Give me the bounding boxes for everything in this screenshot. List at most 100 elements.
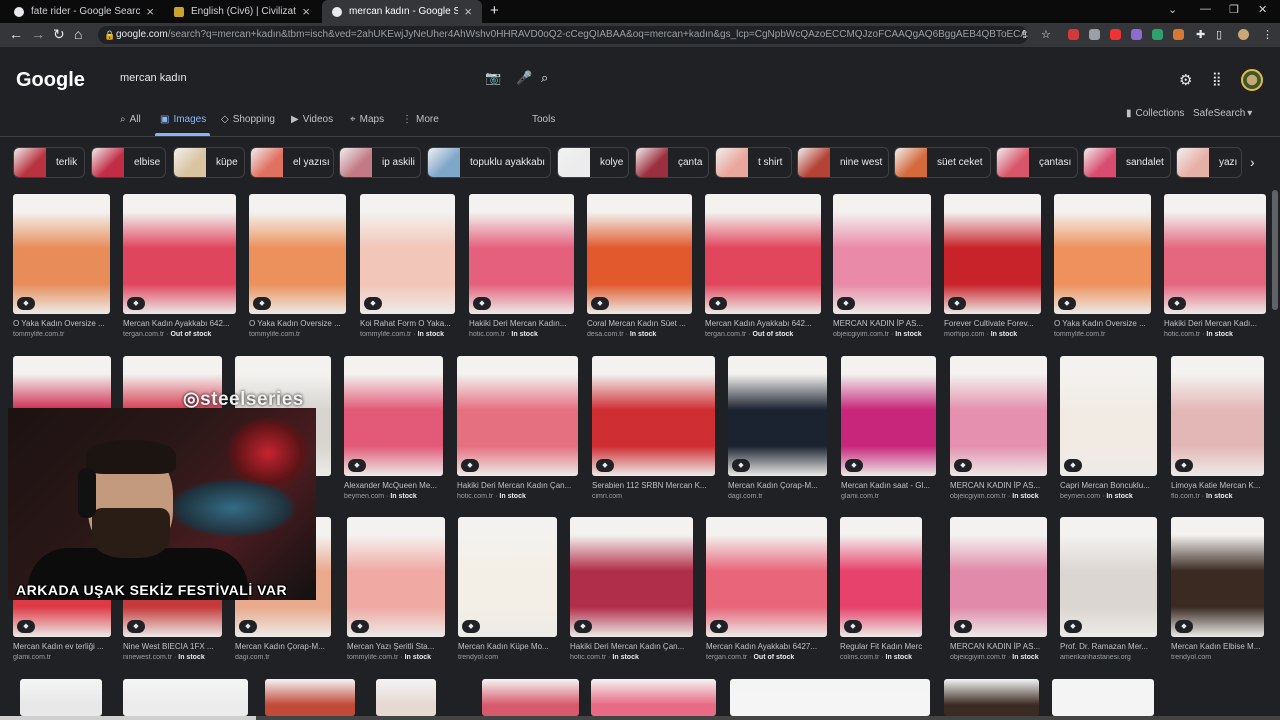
- image-result-card[interactable]: ◆ MERCAN KADIN İP AS... objeicgiyim.com.tr…: [950, 517, 1047, 661]
- result-thumbnail[interactable]: ◆: [123, 194, 236, 314]
- result-thumbnail[interactable]: ◆: [1054, 194, 1151, 314]
- result-thumbnail[interactable]: [730, 679, 930, 716]
- result-thumbnail[interactable]: ◆: [592, 356, 715, 476]
- image-result-card[interactable]: [265, 679, 355, 716]
- result-title[interactable]: Prof. Dr. Ramazan Mer...: [1060, 642, 1157, 651]
- tab-maps[interactable]: ⌖ Maps: [350, 114, 384, 125]
- result-thumbnail[interactable]: ◆: [570, 517, 693, 637]
- result-title[interactable]: Mercan Kadın Ayakkabı 642...: [705, 319, 821, 328]
- image-result-card[interactable]: ◆ Limoya Katie Mercan K... flo.com.tr · In…: [1171, 356, 1264, 500]
- tab-videos[interactable]: ▶ Videos: [291, 114, 333, 125]
- result-thumbnail[interactable]: ◆: [347, 517, 445, 637]
- result-thumbnail[interactable]: ◆: [706, 517, 827, 637]
- image-result-card[interactable]: ◆ Hakiki Deri Mercan Kadı... hotic.com.tr …: [1164, 194, 1266, 338]
- result-thumbnail[interactable]: [123, 679, 248, 716]
- chip[interactable]: t shirt: [715, 147, 792, 178]
- result-title[interactable]: O Yaka Kadın Oversize ...: [13, 319, 110, 328]
- result-title[interactable]: Nine West BIECIA 1FX ...: [123, 642, 222, 651]
- result-thumbnail[interactable]: ◆: [1171, 356, 1264, 476]
- image-result-card[interactable]: [376, 679, 436, 716]
- result-title[interactable]: Mercan Yazı Şeritli Sta...: [347, 642, 445, 651]
- image-result-card[interactable]: ◆ Forever Cultivate Forev... morhipo.com ·…: [944, 194, 1041, 338]
- browser-tab-1[interactable]: fate rider - Google Search ×: [4, 0, 164, 23]
- tools-button[interactable]: Tools: [532, 114, 555, 125]
- image-result-card[interactable]: ◆ Hakiki Deri Mercan Kadın Çan... hotic.co…: [457, 356, 578, 500]
- result-title[interactable]: Alexander McQueen Me...: [344, 481, 443, 490]
- profile-icon[interactable]: [1238, 29, 1249, 40]
- result-thumbnail[interactable]: [591, 679, 716, 716]
- url-field[interactable]: 🔒 google.com/search?q=mercan+kadın&tbm=is…: [98, 26, 1028, 44]
- share-icon[interactable]: ⇪: [1020, 28, 1029, 41]
- result-thumbnail[interactable]: [1052, 679, 1154, 716]
- tab-more[interactable]: ⋮ More: [402, 114, 439, 125]
- result-title[interactable]: Capri Mercan Boncuklu...: [1060, 481, 1157, 490]
- result-title[interactable]: MERCAN KADIN İP AS...: [950, 642, 1047, 651]
- image-result-card[interactable]: ◆ Prof. Dr. Ramazan Mer... amerikanhastane…: [1060, 517, 1157, 661]
- close-tab-icon[interactable]: ×: [464, 4, 472, 19]
- extension-icon[interactable]: [1173, 29, 1184, 40]
- result-title[interactable]: Hakiki Deri Mercan Kadı...: [1164, 319, 1266, 328]
- mic-icon[interactable]: 🎤: [516, 70, 532, 86]
- result-title[interactable]: Forever Cultivate Forev...: [944, 319, 1041, 328]
- result-title[interactable]: Mercan Kadın Ayakkabı 6427...: [706, 642, 827, 651]
- image-result-card[interactable]: ◆ Mercan Kadın saat - Gl... glami.com.tr: [841, 356, 936, 500]
- back-icon[interactable]: ←: [9, 26, 23, 42]
- browser-tab-3[interactable]: mercan kadın - Google Search ×: [322, 0, 482, 23]
- image-result-card[interactable]: ◆ Coral Mercan Kadın Süet ... desa.com.tr …: [587, 194, 692, 338]
- extension-icon[interactable]: [1068, 29, 1079, 40]
- result-title[interactable]: Mercan Kadın saat - Gl...: [841, 481, 936, 490]
- result-thumbnail[interactable]: ◆: [587, 194, 692, 314]
- result-title[interactable]: MERCAN KADIN İP AS...: [833, 319, 931, 328]
- extension-icon[interactable]: [1131, 29, 1142, 40]
- result-title[interactable]: Regular Fit Kadın Merc...: [840, 642, 922, 651]
- image-result-card[interactable]: ◆ Mercan Kadın Ayakkabı 6427... tergan.com…: [706, 517, 827, 661]
- result-thumbnail[interactable]: ◆: [950, 356, 1047, 476]
- collections-button[interactable]: ▮ Collections: [1126, 108, 1184, 119]
- image-result-card[interactable]: ◆ Mercan Yazı Şeritli Sta... tommylife.com…: [347, 517, 445, 661]
- result-title[interactable]: Mercan Kadın Elbise M...: [1171, 642, 1264, 651]
- image-result-card[interactable]: [20, 679, 102, 716]
- result-title[interactable]: Serabien 112 SRBN Mercan K...: [592, 481, 715, 490]
- result-title[interactable]: Hakiki Deri Mercan Kadın...: [469, 319, 574, 328]
- result-thumbnail[interactable]: ◆: [950, 517, 1047, 637]
- result-thumbnail[interactable]: ◆: [1171, 517, 1264, 637]
- chip[interactable]: yazı: [1176, 147, 1242, 178]
- result-title[interactable]: Hakiki Deri Mercan Kadın Çan...: [570, 642, 693, 651]
- settings-gear-icon[interactable]: ⚙: [1179, 71, 1192, 89]
- tab-shopping[interactable]: ◇ Shopping: [221, 114, 275, 125]
- image-result-card[interactable]: ◆ Mercan Kadın Küpe Mo... trendyol.com: [458, 517, 557, 661]
- image-result-card[interactable]: ◆ Hakiki Deri Mercan Kadın... hotic.com.tr…: [469, 194, 574, 338]
- result-thumbnail[interactable]: ◆: [360, 194, 455, 314]
- result-title[interactable]: Limoya Katie Mercan K...: [1171, 481, 1264, 490]
- page-scrollbar[interactable]: [1272, 190, 1278, 310]
- image-result-card[interactable]: ◆ Mercan Kadın Ayakkabı 642... tergan.com.…: [123, 194, 236, 338]
- result-thumbnail[interactable]: [265, 679, 355, 716]
- result-thumbnail[interactable]: ◆: [13, 194, 110, 314]
- result-thumbnail[interactable]: ◆: [833, 194, 931, 314]
- image-result-card[interactable]: ◆ MERCAN KADIN İP AS... objeicgiyim.com.tr…: [833, 194, 931, 338]
- forward-icon[interactable]: →: [31, 26, 45, 42]
- result-thumbnail[interactable]: [944, 679, 1039, 716]
- chip[interactable]: küpe: [173, 147, 245, 178]
- extension-icon[interactable]: [1110, 29, 1121, 40]
- result-thumbnail[interactable]: [482, 679, 579, 716]
- tab-all[interactable]: ⌕ All: [120, 114, 141, 125]
- safesearch-button[interactable]: SafeSearch ▾: [1193, 108, 1256, 119]
- chip[interactable]: sandalet: [1083, 147, 1171, 178]
- image-result-card[interactable]: ◆ Koi Rahat Form O Yaka... tommylife.com.t…: [360, 194, 455, 338]
- chip[interactable]: el yazısı: [250, 147, 334, 178]
- image-result-card[interactable]: [1052, 679, 1154, 716]
- result-thumbnail[interactable]: ◆: [469, 194, 574, 314]
- chip[interactable]: elbise: [91, 147, 166, 178]
- chip[interactable]: terlik: [13, 147, 85, 178]
- tab-images[interactable]: ▣ Images: [160, 114, 206, 125]
- result-title[interactable]: Coral Mercan Kadın Süet ...: [587, 319, 692, 328]
- search-input[interactable]: mercan kadın: [120, 72, 187, 84]
- avatar[interactable]: [1241, 69, 1263, 91]
- chip[interactable]: kolye: [557, 147, 629, 178]
- image-result-card[interactable]: [730, 679, 930, 716]
- chip[interactable]: çanta: [635, 147, 709, 178]
- result-thumbnail[interactable]: ◆: [1060, 517, 1157, 637]
- image-result-card[interactable]: ◆ O Yaka Kadın Oversize ... tommylife.com.…: [249, 194, 346, 338]
- close-tab-icon[interactable]: ×: [146, 4, 154, 19]
